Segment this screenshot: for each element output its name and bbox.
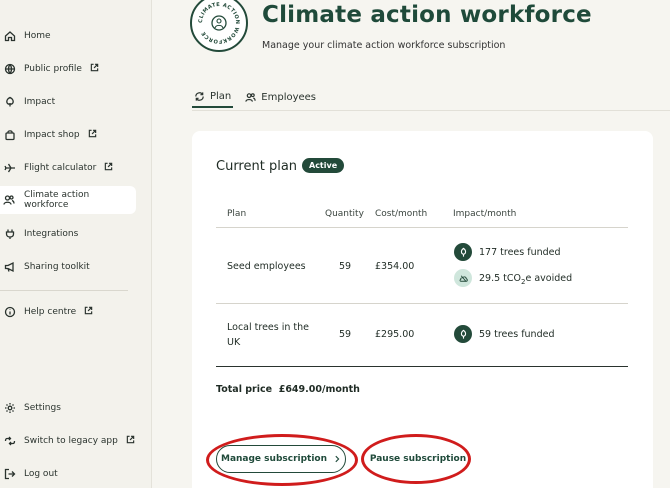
current-plan-card: Current plan Active Plan Quantity Cost/m… [192,131,653,488]
column-header-plan: Plan [227,209,247,219]
impact-text: 59 trees funded [479,329,555,340]
globe-icon [3,63,16,76]
sidebar-item-integrations[interactable]: Integrations [0,220,136,248]
column-header-impact: Impact/month [453,209,517,219]
manage-subscription-button[interactable]: Manage subscription [216,445,346,473]
sidebar-item-help-centre[interactable]: Help centre [0,298,136,326]
column-header-quantity: Quantity [325,209,364,219]
tab-employees[interactable]: Employees [243,86,318,108]
workforce-logo: CLIMATE ACTION WORKFORCE [190,0,248,52]
status-badge: Active [302,158,345,173]
sidebar-item-label: Switch to legacy app [24,436,118,446]
plan-name: Local trees in the [227,322,309,333]
sidebar-item-label: Home [24,31,51,41]
people-icon [3,194,16,207]
sidebar-item-label: Flight calculator [24,163,97,173]
sidebar-item-home[interactable]: Home [0,22,136,50]
total-price: Total price £649.00/month [216,384,360,395]
home-icon [3,30,16,43]
refresh-icon [195,91,204,101]
table-bottom-divider [216,366,628,367]
sidebar-item-label: Impact [24,97,56,107]
plan-cost: £295.00 [375,329,415,340]
sidebar-item-public-profile[interactable]: Public profile [0,55,136,83]
tree-icon [454,325,472,343]
leaf-icon [3,96,16,109]
plan-cost: £354.00 [375,261,415,272]
sidebar-divider [0,290,128,291]
total-label: Total price [216,384,273,395]
tab-bar: Plan Employees [192,86,318,112]
sidebar-item-impact-shop[interactable]: Impact shop [0,121,136,149]
external-link-icon [126,435,135,447]
tab-label: Employees [261,91,317,103]
manage-subscription-label: Manage subscription [220,454,328,464]
cloud-icon [454,269,472,287]
plan-quantity: 59 [339,261,352,272]
tab-plan[interactable]: Plan [192,86,234,108]
impact-text: 177 trees funded [479,247,561,258]
external-link-icon [90,63,99,75]
pause-subscription-label: Pause subscription [369,454,467,464]
gear-icon [3,402,16,415]
sidebar-item-label: Sharing toolkit [24,262,90,272]
info-icon [3,306,16,319]
sidebar-item-log-out[interactable]: Log out [0,460,136,488]
page-subtitle: Manage your climate action workforce sub… [262,40,506,51]
sidebar-item-label: Public profile [24,64,82,74]
plan-name: Seed employees [227,261,306,272]
sidebar: Home Public profile Impact Impact shop F… [0,0,152,488]
sidebar-item-label: Climate action workforce [23,190,90,210]
plan-quantity: 59 [339,329,352,340]
external-link-icon [88,129,97,141]
external-link-icon [104,162,113,174]
chevron-right-icon [335,455,340,463]
sidebar-item-flight-calculator[interactable]: Flight calculator [0,154,136,182]
sidebar-item-label: Log out [24,469,58,479]
tab-label: Plan [210,90,232,102]
plug-icon [3,228,16,241]
sidebar-item-switch-legacy[interactable]: Switch to legacy app [0,427,136,455]
people-icon [245,92,256,102]
column-header-cost: Cost/month [375,209,428,219]
sidebar-item-label: Settings [24,403,61,413]
switch-icon [3,435,16,448]
sidebar-item-label: Impact shop [24,130,80,140]
logout-icon [3,468,16,481]
page-title: Climate action workforce [262,2,592,28]
sidebar-item-impact[interactable]: Impact [0,88,136,116]
sidebar-item-label: Integrations [24,229,79,239]
external-link-icon [84,306,93,318]
table-divider [216,227,628,228]
plane-icon [3,162,16,175]
plan-name-line2: UK [227,337,241,348]
impact-text-co2: 29.5 tCO2e avoided [479,273,573,286]
pause-subscription-button[interactable]: Pause subscription [368,445,468,473]
tabs-divider [192,110,670,111]
megaphone-icon [3,261,16,274]
table-row-divider [216,303,628,304]
total-value: £649.00/month [278,384,360,395]
sidebar-item-sharing-toolkit[interactable]: Sharing toolkit [0,253,136,281]
shopping-bag-icon [3,129,16,142]
tree-icon [454,243,472,261]
card-title: Current plan [216,159,298,174]
sidebar-item-label: Help centre [24,307,77,317]
sidebar-item-climate-action-workforce[interactable]: Climate action workforce [0,186,136,214]
sidebar-item-settings[interactable]: Settings [0,394,136,422]
